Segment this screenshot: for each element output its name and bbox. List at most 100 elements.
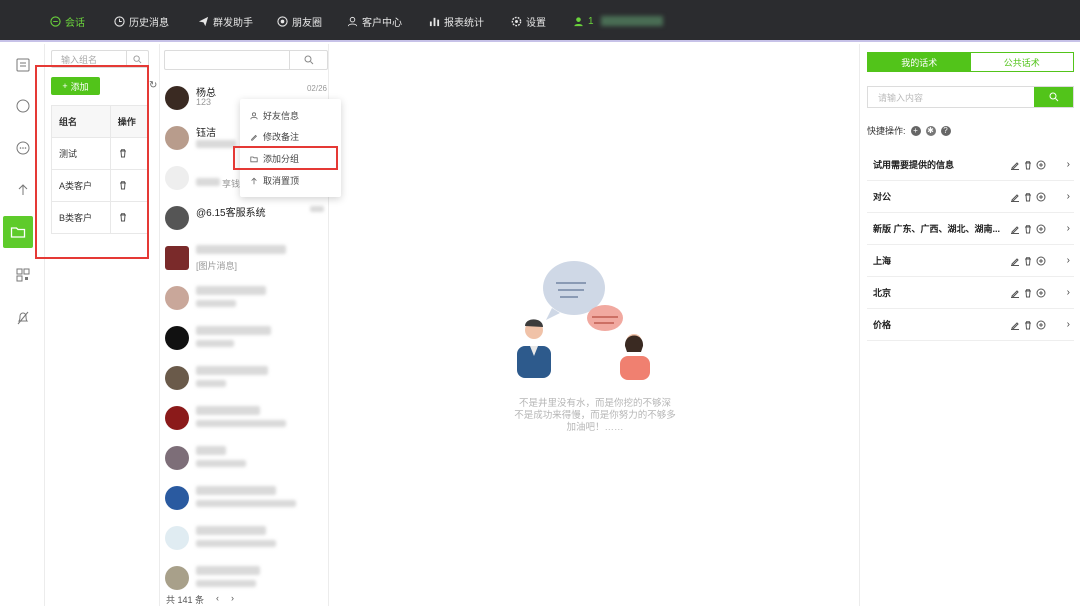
redacted-text [196,380,226,387]
pencil-icon[interactable] [1010,160,1020,170]
chat-search-input[interactable] [165,51,289,69]
add-circle-icon[interactable] [1036,320,1046,330]
menu-item-friend-info[interactable]: 好友信息 [250,109,299,122]
prev-page-button[interactable]: ‹ [216,593,219,606]
user-name: 1 [588,15,594,27]
pagination: 共 141 条 ‹ › [166,593,234,606]
tab-my-scripts[interactable]: 我的话术 [868,53,971,71]
pencil-icon[interactable] [1010,288,1020,298]
script-category-label: 新版 广东、广西、湖北、湖南... [873,224,1001,234]
script-category-item[interactable]: 试用需要提供的信息 › [867,149,1074,181]
trash-icon[interactable] [1023,256,1033,266]
person-icon [250,111,258,119]
script-category-item[interactable]: 对公 › [867,181,1074,213]
nav-label: 群发助手 [213,17,253,29]
user-icon [574,16,583,26]
send-icon [198,16,209,26]
nav-item-chat[interactable]: 会话 [50,0,85,42]
tab-public-scripts[interactable]: 公共话术 [970,53,1073,71]
chevron-right-icon[interactable]: › [1067,255,1070,266]
rail-folder[interactable] [3,216,33,248]
help-icon[interactable]: ? [940,125,951,136]
trash-icon[interactable] [1023,224,1033,234]
avatar [165,86,189,110]
chat-list-item[interactable] [160,322,329,362]
chevron-right-icon[interactable]: › [1067,191,1070,202]
user-profile[interactable]: 1 [573,0,663,42]
nav-label: 会话 [65,17,85,29]
avatar [165,246,189,270]
add-circle-icon[interactable] [1036,224,1046,234]
chat-search-button[interactable] [289,51,327,69]
script-category-item[interactable]: 新版 广东、广西、湖北、湖南... › [867,213,1074,245]
chevron-right-icon[interactable]: › [1067,287,1070,298]
script-category-item[interactable]: 价格 › [867,309,1074,341]
add-circle-icon[interactable] [1036,288,1046,298]
pencil-icon[interactable] [1010,192,1020,202]
quick-actions: 快捷操作: + ✱ ? [867,124,951,137]
nav-item-customer-center[interactable]: 客户中心 [347,0,402,42]
pencil-icon[interactable] [1010,256,1020,266]
menu-item-edit-remark[interactable]: 修改备注 [250,130,299,143]
group-search-input[interactable]: 输入组名 [52,53,126,66]
avatar [165,326,189,350]
chat-list-item[interactable] [160,482,329,522]
search-icon [304,55,313,65]
redacted-text [196,566,260,575]
pencil-icon[interactable] [1010,224,1020,234]
nav-item-history[interactable]: 历史消息 [114,0,169,42]
chat-list-item[interactable] [160,282,329,322]
chat-list-item[interactable] [160,402,329,442]
avatar [165,126,189,150]
chevron-right-icon[interactable]: › [1067,319,1070,330]
bar-chart-icon [429,17,440,26]
chevron-right-icon[interactable]: › [1067,223,1070,234]
nav-item-reports[interactable]: 报表统计 [429,0,484,42]
highlight-box-add-group [233,146,338,170]
trash-icon[interactable] [1023,288,1033,298]
avatar [165,446,189,470]
chat-list-item[interactable] [160,522,329,562]
chat-list-item[interactable]: [图片消息] [160,242,329,282]
add-circle-icon[interactable]: + [910,125,921,136]
nav-item-moments[interactable]: 朋友圈 [277,0,322,42]
gear-icon[interactable]: ✱ [925,125,936,136]
chat-search-box[interactable] [164,50,328,70]
chat-list-item[interactable] [160,362,329,402]
scripts-search-button[interactable] [1034,87,1073,107]
chat-list-item[interactable]: @6.15客服系统 [160,202,329,242]
trash-icon[interactable] [1023,320,1033,330]
script-category-item[interactable]: 上海 › [867,245,1074,277]
rail-mute[interactable] [0,300,45,336]
script-category-item[interactable]: 北京 › [867,277,1074,309]
gear-icon [511,16,522,26]
pencil-icon[interactable] [1010,320,1020,330]
scripts-search-box[interactable]: 请输入内容 [867,86,1074,108]
add-circle-icon[interactable] [1036,256,1046,266]
refresh-icon[interactable]: ↻ [149,80,157,91]
chat-dots-icon [16,141,29,155]
chevron-right-icon[interactable]: › [1067,159,1070,170]
avatar [165,486,189,510]
nav-label: 朋友圈 [292,17,322,29]
avatar [165,166,189,190]
redacted-text [196,140,236,148]
user-name-redacted [600,16,663,26]
arrow-up-icon [18,184,27,195]
pencil-icon [251,134,257,141]
trash-icon[interactable] [1023,192,1033,202]
add-circle-icon[interactable] [1036,160,1046,170]
chat-list-item[interactable] [160,442,329,482]
rail-qrcode[interactable] [0,257,45,293]
add-circle-icon[interactable] [1036,192,1046,202]
nav-item-broadcast[interactable]: 群发助手 [198,0,253,42]
conversation-empty-area: 不是井里没有水，而是你挖的不够深 不是成功来得慢，而是你努力的不够多 加油吧！…… [330,44,859,606]
nav-item-settings[interactable]: 设置 [511,0,546,42]
redacted-text [310,206,324,212]
menu-item-unpin[interactable]: 取消置顶 [250,174,299,187]
scripts-search-input[interactable]: 请输入内容 [868,87,1034,107]
redacted-text [196,300,236,307]
next-page-button[interactable]: › [231,593,234,606]
menu-item-label: 修改备注 [263,132,300,142]
trash-icon[interactable] [1023,160,1033,170]
